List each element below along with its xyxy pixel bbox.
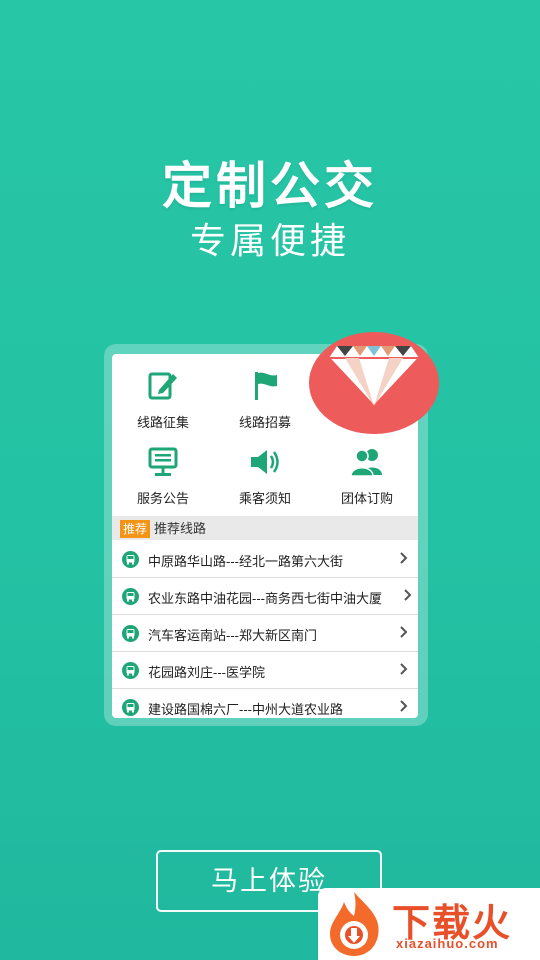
route-item[interactable]: 农业东路中油花园---商务西七街中油大厦: [112, 578, 418, 615]
route-name: 花园路刘庄---医学院: [148, 665, 265, 680]
hero-subtitle: 专属便捷: [189, 220, 350, 261]
section-label: 推荐线路: [154, 520, 207, 536]
route-name: 汽车客运南站---郑大新区南门: [148, 628, 317, 643]
feature-group-order[interactable]: 团体订购: [316, 434, 418, 512]
bus-icon: [122, 588, 139, 605]
feature-label: 服务公告: [136, 491, 189, 506]
watermark-site: xiazaihuo.com: [396, 936, 499, 951]
route-name: 中原路华山路---经北一路第六大街: [148, 554, 343, 569]
recommended-routes-header: 推荐 推荐线路: [112, 516, 418, 540]
bus-icon: [122, 551, 139, 568]
hero-title: 定制公交: [162, 158, 378, 214]
route-name: 农业东路中油花园---商务西七街中油大厦: [148, 591, 382, 606]
feature-passenger-notes[interactable]: 乘客须知: [214, 434, 316, 512]
watermark-logo: 下载火 xiazaihuo.com: [318, 888, 540, 960]
chevron-right-icon: [400, 663, 408, 675]
diamond-badge-icon: [309, 332, 439, 434]
route-item[interactable]: 汽车客运南站---郑大新区南门: [112, 615, 418, 652]
bus-icon: [122, 625, 139, 642]
feature-label: 乘客须知: [238, 491, 291, 506]
feature-label: 线路征集: [136, 415, 189, 430]
route-list: 中原路华山路---经北一路第六大街 农业东路中油花园---商务西七街中油大厦 汽…: [112, 541, 418, 718]
route-item[interactable]: 建设路国棉六厂---中州大道农业路: [112, 689, 418, 718]
bus-icon: [122, 699, 139, 716]
edit-note-icon: [148, 372, 177, 400]
route-item[interactable]: 中原路华山路---经北一路第六大街: [112, 541, 418, 578]
feature-route-recruit[interactable]: 线路招募: [214, 358, 316, 436]
chevron-right-icon: [404, 589, 412, 601]
flag-icon: [255, 372, 277, 400]
notice-board-icon: [148, 447, 178, 476]
feature-label: 线路招募: [238, 415, 291, 430]
route-name: 建设路国棉六厂---中州大道农业路: [148, 702, 343, 717]
chevron-right-icon: [400, 700, 408, 712]
feature-route-collect[interactable]: 线路征集: [112, 358, 214, 436]
flame-logo-icon: [330, 892, 379, 956]
feature-label: 团体订购: [340, 491, 393, 506]
chevron-right-icon: [400, 552, 408, 564]
chevron-right-icon: [400, 626, 408, 638]
route-item[interactable]: 花园路刘庄---医学院: [112, 652, 418, 689]
group-people-icon: [350, 449, 382, 477]
recommend-tag: 推荐: [120, 519, 151, 538]
speaker-icon: [251, 450, 279, 474]
bus-icon: [122, 662, 139, 679]
feature-service-notice[interactable]: 服务公告: [112, 434, 214, 512]
